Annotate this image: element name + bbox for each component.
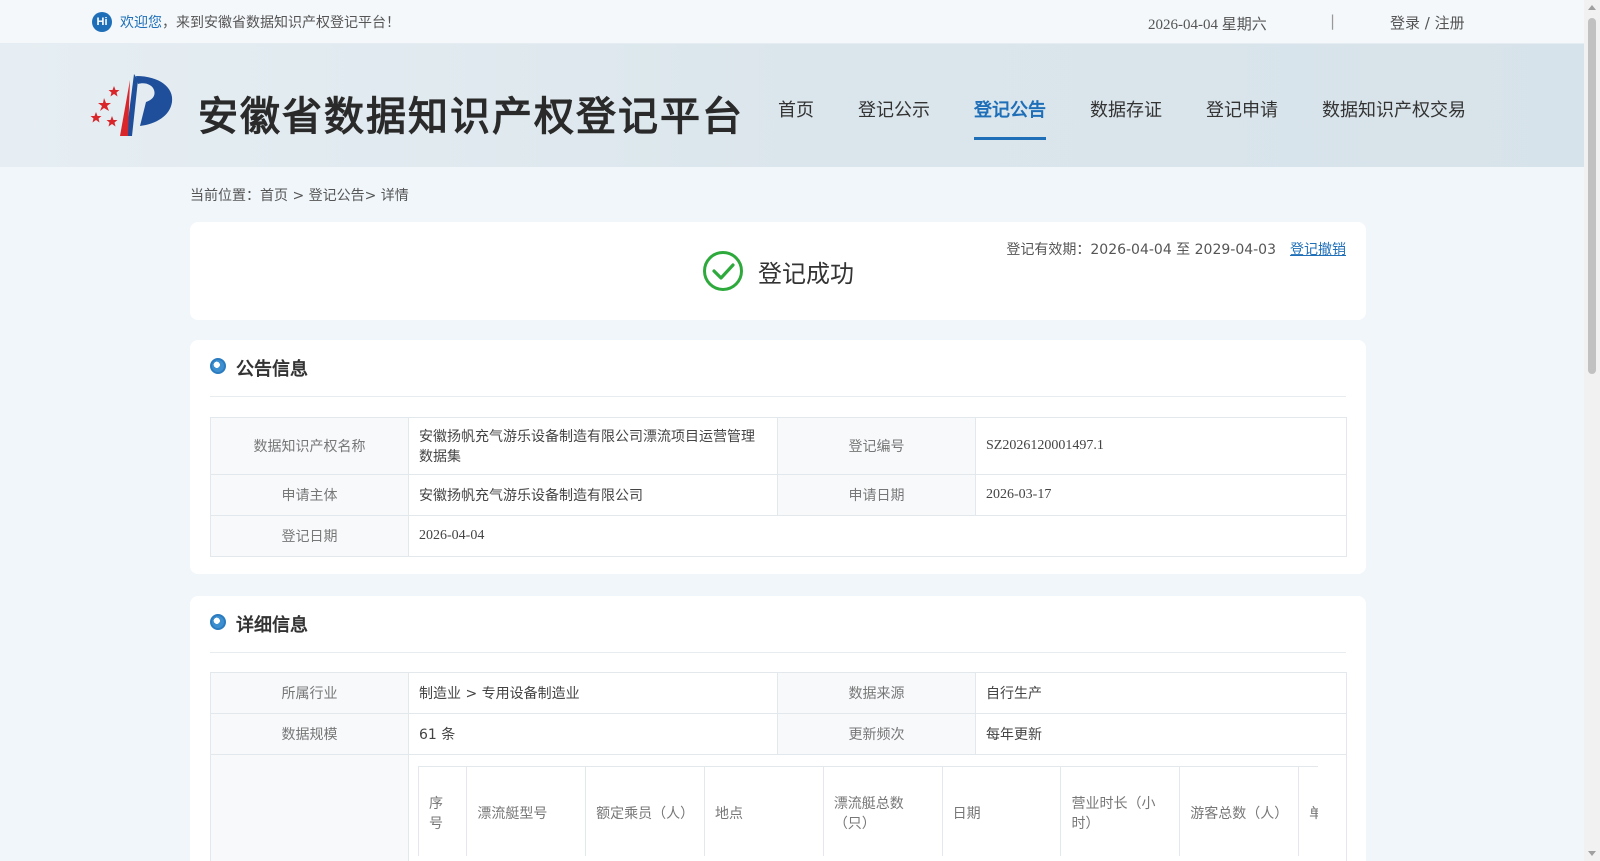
column-header: 漂流艇总数（只） bbox=[822, 766, 943, 856]
scale-value: 61 条 bbox=[408, 713, 778, 755]
detail-info-panel: 详细信息 所属行业 制造业 > 专用设备制造业 数据来源 自行生产 数据规模 6… bbox=[190, 596, 1366, 861]
table-row: 数据知识产权名称 安徽扬帆充气游乐设备制造有限公司漂流项目运营管理数据集 登记编… bbox=[210, 417, 1347, 475]
scroll-up-icon[interactable] bbox=[1588, 5, 1596, 10]
registration-status-card: 登记有效期：2026-04-04 至 2029-04-03 登记撤销 登记成功 bbox=[190, 222, 1366, 320]
scroll-down-icon[interactable] bbox=[1588, 851, 1596, 856]
applicant-label: 申请主体 bbox=[210, 474, 409, 516]
nav-ip-trading[interactable]: 数据知识产权交易 bbox=[1322, 96, 1466, 140]
platform-logo-icon bbox=[90, 74, 173, 136]
reg-no-label: 登记编号 bbox=[777, 417, 976, 475]
column-header: 额定乘员（人） bbox=[585, 766, 705, 856]
nav-registration-publicity[interactable]: 登记公示 bbox=[858, 96, 930, 140]
frequency-value: 每年更新 bbox=[975, 713, 1347, 755]
source-label: 数据来源 bbox=[777, 672, 976, 714]
welcome-message: Hi 欢迎您 ，来到安徽省数据知识产权登记平台！ bbox=[92, 12, 400, 32]
table-header-row: 序号 漂流艇型号 额定乘员（人） 地点 漂流艇总数（只） 日期 营业时长（小时）… bbox=[418, 766, 1318, 856]
section-bullet-icon bbox=[210, 358, 226, 374]
section-bullet-icon bbox=[210, 614, 226, 630]
column-header: 漂流艇型号 bbox=[466, 766, 587, 856]
ip-name-value: 安徽扬帆充气游乐设备制造有限公司漂流项目运营管理数据集 bbox=[408, 417, 778, 475]
source-value: 自行生产 bbox=[975, 672, 1347, 714]
notice-info-table: 数据知识产权名称 安徽扬帆充气游乐设备制造有限公司漂流项目运营管理数据集 登记编… bbox=[210, 417, 1347, 557]
nav-registration-announcement[interactable]: 登记公告 bbox=[974, 96, 1046, 140]
industry-label: 所属行业 bbox=[210, 672, 409, 714]
apply-date-label: 申请日期 bbox=[777, 474, 976, 516]
notice-panel-title: 公告信息 bbox=[236, 359, 308, 380]
table-row: 所属行业 制造业 > 专用设备制造业 数据来源 自行生产 bbox=[210, 672, 1347, 714]
nav-data-evidence[interactable]: 数据存证 bbox=[1090, 96, 1162, 140]
login-register-link[interactable]: 登录 / 注册 bbox=[1390, 12, 1465, 33]
detail-panel-title: 详细信息 bbox=[236, 615, 308, 636]
reg-date-value: 2026-04-04 bbox=[408, 515, 1347, 557]
reg-date-label: 登记日期 bbox=[210, 515, 409, 557]
sample-data-label-cell bbox=[210, 754, 409, 861]
success-status: 登记成功 bbox=[702, 250, 854, 292]
column-header: 单次（人） bbox=[1298, 766, 1318, 856]
hi-icon: Hi bbox=[92, 12, 112, 32]
page-scrollbar[interactable] bbox=[1584, 0, 1600, 861]
column-header: 序号 bbox=[418, 766, 468, 856]
detail-panel-header: 详细信息 bbox=[210, 596, 1346, 653]
top-bar: Hi 欢迎您 ，来到安徽省数据知识产权登记平台！ 2026-04-04 星期六 … bbox=[0, 0, 1584, 44]
breadcrumb: 当前位置：首页 > 登记公告> 详情 bbox=[190, 188, 409, 204]
site-header: 安徽省数据知识产权登记平台 首页 登记公示 登记公告 数据存证 登记申请 数据知… bbox=[0, 44, 1584, 167]
sample-data-table-scroll[interactable]: 序号 漂流艇型号 额定乘员（人） 地点 漂流艇总数（只） 日期 营业时长（小时）… bbox=[418, 766, 1318, 856]
table-row: 登记日期 2026-04-04 bbox=[210, 515, 1347, 557]
success-text: 登记成功 bbox=[758, 259, 854, 288]
topbar-divider: | bbox=[1330, 12, 1336, 30]
column-header: 游客总数（人） bbox=[1179, 766, 1300, 856]
reg-no-value: SZ2026120001497.1 bbox=[975, 417, 1347, 475]
revoke-registration-link[interactable]: 登记撤销 bbox=[1290, 239, 1346, 259]
notice-info-panel: 公告信息 数据知识产权名称 安徽扬帆充气游乐设备制造有限公司漂流项目运营管理数据… bbox=[190, 340, 1366, 574]
table-row: 数据规模 61 条 更新频次 每年更新 bbox=[210, 713, 1347, 755]
nav-registration-application[interactable]: 登记申请 bbox=[1206, 96, 1278, 140]
scale-label: 数据规模 bbox=[210, 713, 409, 755]
frequency-label: 更新频次 bbox=[777, 713, 976, 755]
welcome-text: ，来到安徽省数据知识产权登记平台！ bbox=[162, 15, 400, 31]
check-circle-icon bbox=[703, 251, 743, 291]
column-header: 日期 bbox=[941, 766, 1062, 856]
scrollbar-thumb[interactable] bbox=[1588, 18, 1596, 374]
industry-value: 制造业 > 专用设备制造业 bbox=[408, 672, 778, 714]
current-date: 2026-04-04 星期六 bbox=[1148, 17, 1267, 33]
welcome-highlight: 欢迎您 bbox=[120, 15, 162, 31]
nav-home[interactable]: 首页 bbox=[778, 96, 814, 140]
sample-data-table: 序号 漂流艇型号 额定乘员（人） 地点 漂流艇总数（只） 日期 营业时长（小时）… bbox=[418, 766, 1318, 856]
validity-period: 登记有效期：2026-04-04 至 2029-04-03 bbox=[1006, 242, 1276, 258]
applicant-value: 安徽扬帆充气游乐设备制造有限公司 bbox=[408, 474, 778, 516]
apply-date-value: 2026-03-17 bbox=[975, 474, 1347, 516]
notice-panel-header: 公告信息 bbox=[210, 340, 1346, 397]
ip-name-label: 数据知识产权名称 bbox=[210, 417, 409, 475]
column-header: 营业时长（小时） bbox=[1060, 766, 1181, 856]
table-row: 申请主体 安徽扬帆充气游乐设备制造有限公司 申请日期 2026-03-17 bbox=[210, 474, 1347, 516]
column-header: 地点 bbox=[703, 766, 824, 856]
site-title: 安徽省数据知识产权登记平台 bbox=[198, 94, 744, 140]
